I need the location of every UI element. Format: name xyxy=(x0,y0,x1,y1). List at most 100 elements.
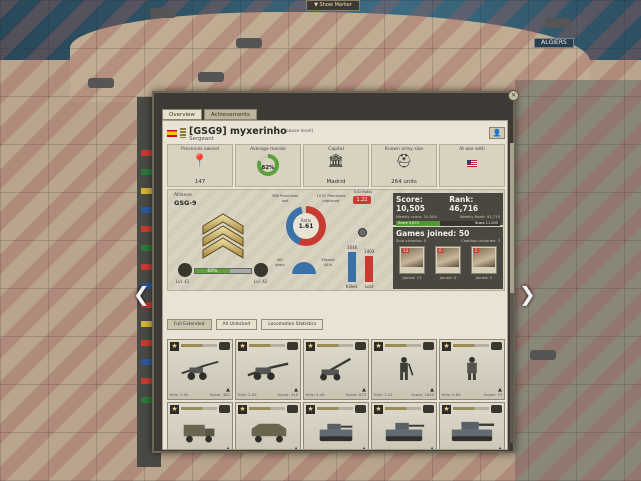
close-icon[interactable]: × xyxy=(508,90,519,101)
flag-spain-icon xyxy=(167,130,177,137)
provinces-captured-label: 1037 Provinces captured xyxy=(316,193,346,203)
level-left: Lvl. 41 xyxy=(176,279,190,284)
unit-score: Score: 1000 xyxy=(411,392,434,397)
map-unit-icon[interactable] xyxy=(88,78,114,88)
killed-bar xyxy=(348,252,356,282)
killed-count: 1646 xyxy=(347,245,358,250)
medium-tank-icon xyxy=(380,419,428,445)
score-subline: Weekly score: 10,505 Weekly Rank: 91,715 xyxy=(396,214,500,219)
flag-icon xyxy=(141,264,152,270)
unit-tier-icon: ▲ xyxy=(362,446,366,450)
sergeant-rank-insignia-icon xyxy=(202,213,244,259)
unit-score: Score: 673 xyxy=(345,392,366,397)
game-type-card[interactable]: 0 Joined: 0 xyxy=(435,246,461,280)
tab-achievements[interactable]: Achievements xyxy=(203,109,257,120)
unit-progress-bar xyxy=(385,407,421,410)
unit-tier-icon: ▲ xyxy=(498,446,502,450)
unit-type-badge-icon xyxy=(491,342,502,350)
unit-stats: Kills: 3.92 Score: 382 xyxy=(170,392,230,397)
unit-card-infantry-officer[interactable]: ★ ▲ Kills: 0.83 Score: 79 xyxy=(439,339,505,400)
overview-content: [GSG9] myxerinho (pause level) Sergeant … xyxy=(162,120,508,450)
rank-progress-bar: 60% xyxy=(194,268,252,274)
flag-icon xyxy=(141,245,152,251)
previous-arrow-icon[interactable]: ❮ xyxy=(133,282,150,306)
unit-card-truck[interactable]: ★▲Kills: 0Score: 86 xyxy=(167,402,233,450)
capitol-icon: 🏛 xyxy=(327,154,345,169)
map-unit-icon[interactable] xyxy=(150,8,176,18)
current-rank-icon xyxy=(178,263,192,277)
flag-icon xyxy=(141,150,152,156)
game-card-count: 2 xyxy=(474,248,479,253)
unit-card-light-tank[interactable]: ★▲Kills: 2.38Score: 1133 xyxy=(303,402,369,450)
stat-value: 147 xyxy=(194,179,206,185)
game-type-card[interactable]: 13 Joined: 13 xyxy=(399,246,425,280)
map-unit-icon[interactable] xyxy=(545,18,571,28)
stat-label: Average morale xyxy=(250,147,286,152)
unit-card-infantry-rifleman[interactable]: ★ ▲ Kills: 1.31 Score: 1000 xyxy=(371,339,437,400)
city-label[interactable]: ALGIERS xyxy=(534,38,574,48)
map-unit-icon[interactable] xyxy=(236,38,262,48)
unit-stats: Kills: 0.83 Score: 79 xyxy=(442,392,502,397)
light-tank-icon xyxy=(312,419,360,445)
star-icon: ★ xyxy=(442,405,451,414)
filter-all-unlocked-button[interactable]: All Unlocked xyxy=(215,319,258,330)
unit-tier-icon: ▲ xyxy=(430,446,434,450)
unit-tier-icon: ▲ xyxy=(226,446,230,450)
unit-progress-bar xyxy=(249,344,285,347)
alliance-name[interactable]: GSG-9 xyxy=(174,199,197,207)
unit-type-badge-icon xyxy=(287,405,298,413)
profile-button[interactable]: 👤 xyxy=(489,127,505,139)
unit-kills: Kills: 2.09 xyxy=(238,392,257,397)
filter-full-extended-button[interactable]: Full Extended xyxy=(167,319,212,330)
infantry-rifleman-icon xyxy=(380,356,428,382)
score-panel: Score: 10,505 Rank: 46,716 Weekly score:… xyxy=(393,193,503,226)
flag-us-icon[interactable] xyxy=(467,160,477,167)
score-bar-fill: Score 3,872 xyxy=(396,221,440,226)
star-icon: ★ xyxy=(238,342,247,351)
game-type-card[interactable]: 2 Joined: 2 xyxy=(471,246,497,280)
stat-value: 82% xyxy=(261,165,275,171)
unit-progress-bar xyxy=(249,407,285,410)
next-arrow-icon[interactable]: ❯ xyxy=(519,282,536,306)
rank-progress-fill: 60% xyxy=(195,269,230,274)
unit-card-anti-air-gun[interactable]: ★ ▲ Kills: 4.49 Score: 673 xyxy=(303,339,369,400)
tab-overview[interactable]: Overview xyxy=(162,109,202,120)
killed-label: Killed xyxy=(346,284,357,289)
unit-card-armored-car[interactable]: ★▲Kills: 0.74Score: 0 xyxy=(235,402,301,450)
unit-score: Score: 319 xyxy=(277,392,298,397)
kd-label: K/D Ratio xyxy=(354,189,372,194)
weekly-rank: Weekly Rank: 91,715 xyxy=(459,214,500,219)
unit-card-medium-tank[interactable]: ★▲Kills: 3.74Score: 3000 xyxy=(371,402,437,450)
unit-card-artillery[interactable]: ★ ▲ Kills: 2.09 Score: 319 xyxy=(235,339,301,400)
dialog-tabs: Overview Achievements xyxy=(162,109,257,120)
unit-card-anti-tank-gun[interactable]: ★ ▲ Kills: 3.92 Score: 382 xyxy=(167,339,233,400)
stat-army-size: Known army size ⛑ 264 units xyxy=(371,144,437,187)
unit-tier-icon: ▲ xyxy=(294,446,298,450)
show-marker-button[interactable]: ▼ Show Marker xyxy=(306,0,360,11)
person-icon: 👤 xyxy=(492,129,502,137)
stats-row: Provinces owned 📍 147 Average morale 82%… xyxy=(167,144,505,187)
map-unit-icon[interactable] xyxy=(530,350,556,360)
victories-line: Solo victories: 0 Coalition victories: 3 xyxy=(396,238,500,243)
scroll-thumb[interactable] xyxy=(510,143,514,293)
unit-stats: Kills: 2.09 Score: 319 xyxy=(238,392,298,397)
unit-type-badge-icon xyxy=(287,342,298,350)
star-icon: ★ xyxy=(374,405,383,414)
unit-kills: Kills: 4.49 xyxy=(306,392,325,397)
star-icon: ★ xyxy=(442,342,451,351)
filter-locomotion-button[interactable]: Locomotion Statistics xyxy=(261,319,324,330)
unit-progress-bar xyxy=(181,407,217,410)
star-icon: ★ xyxy=(306,342,315,351)
unit-card-heavy-tank[interactable]: ★▲Kills: 11Score: 100 xyxy=(439,402,505,450)
star-icon: ★ xyxy=(306,405,315,414)
star-icon: ★ xyxy=(170,342,179,351)
medal-icon xyxy=(358,228,367,237)
flag-icon xyxy=(141,378,152,384)
unit-stats: Kills: 1.31 Score: 1000 xyxy=(374,392,434,397)
next-rank-icon xyxy=(254,263,268,277)
rank-value: Rank: 46,716 xyxy=(449,195,479,213)
scrollbar[interactable] xyxy=(510,143,514,443)
map-unit-icon[interactable] xyxy=(198,72,224,82)
game-card-count: 0 xyxy=(438,248,443,253)
star-icon: ★ xyxy=(170,405,179,414)
